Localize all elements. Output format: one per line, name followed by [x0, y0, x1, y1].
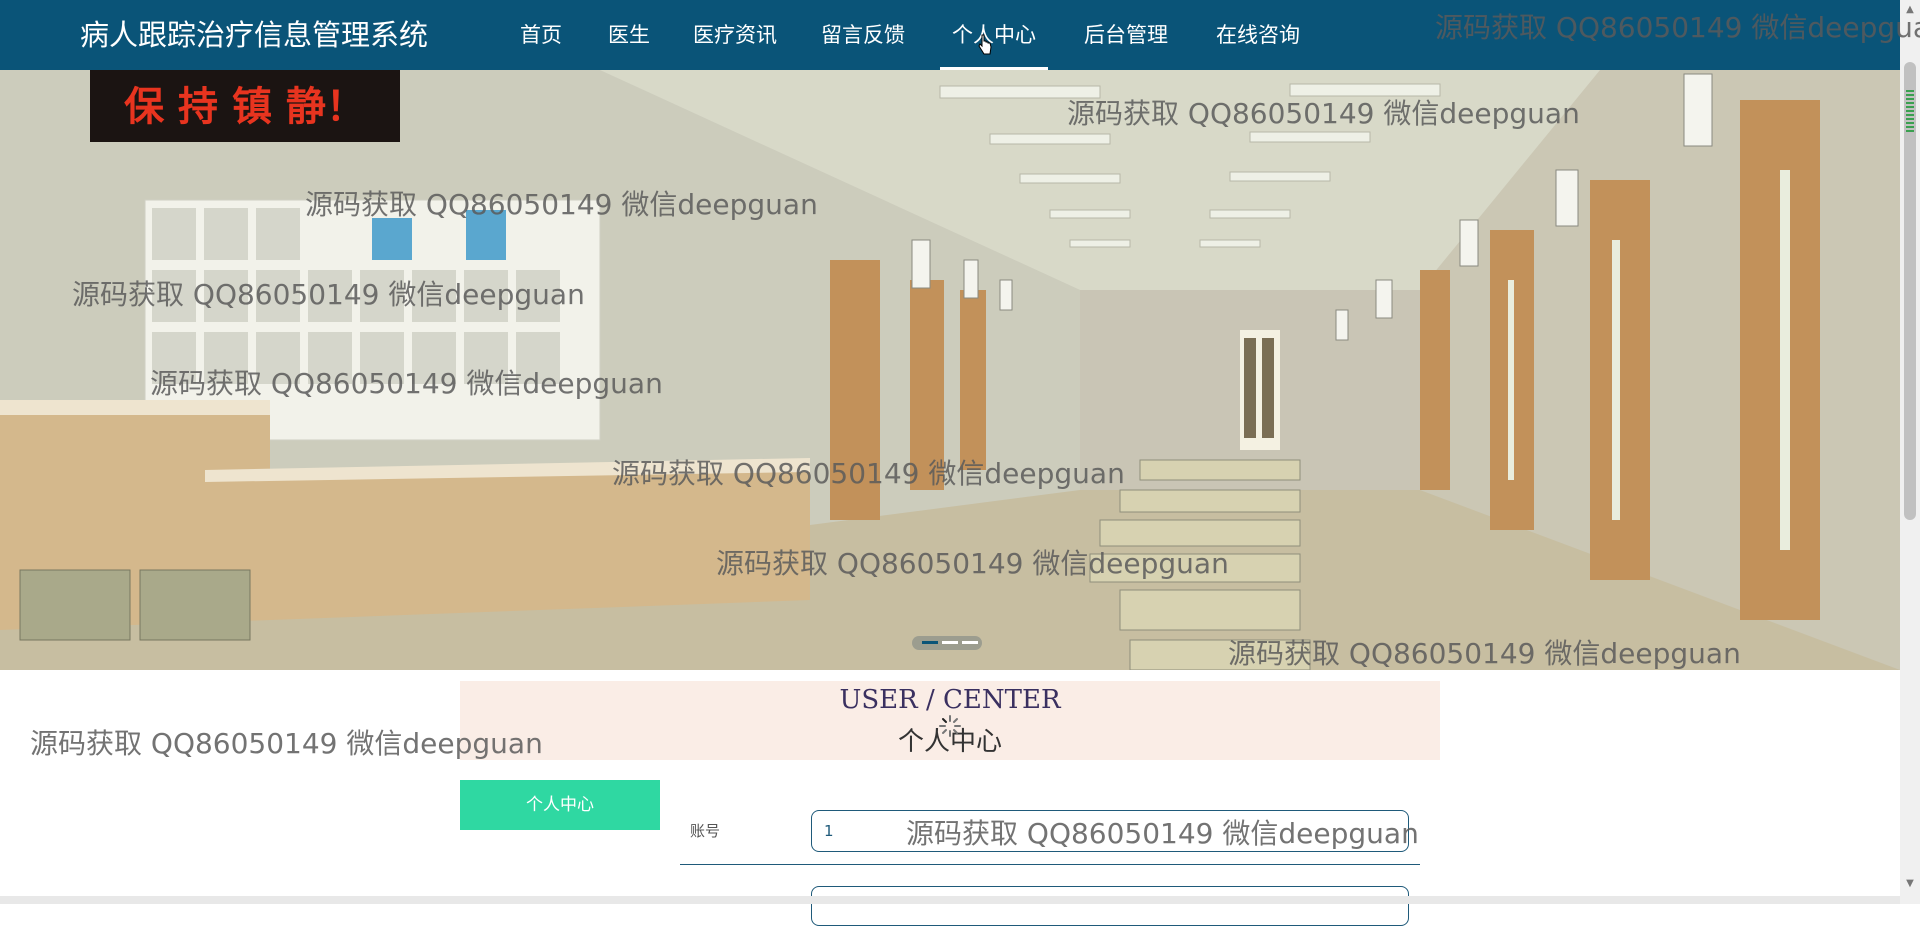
- nav-item-admin[interactable]: 后台管理: [1072, 0, 1180, 70]
- led-sign-text: 保 持 镇 静！: [124, 84, 366, 130]
- next-field-input[interactable]: [811, 886, 1409, 926]
- carousel-dot-3[interactable]: [962, 641, 978, 644]
- nav-item-home[interactable]: 首页: [510, 0, 572, 70]
- scroll-down-arrow-icon[interactable]: ▼: [1904, 878, 1916, 890]
- site-title[interactable]: 病人跟踪治疗信息管理系统: [80, 0, 428, 70]
- vertical-scrollbar[interactable]: ▲ ▼: [1900, 0, 1920, 904]
- carousel-dot-1[interactable]: [922, 641, 938, 644]
- side-menu-user-center[interactable]: 个人中心: [460, 780, 660, 830]
- carousel-dot-2[interactable]: [942, 641, 958, 644]
- nav-item-online-consult[interactable]: 在线咨询: [1204, 0, 1312, 70]
- nav-item-user-center[interactable]: 个人中心: [940, 0, 1048, 70]
- nav-item-feedback[interactable]: 留言反馈: [810, 0, 916, 70]
- account-label: 账号: [690, 822, 721, 840]
- loading-spinner-icon: [939, 715, 961, 737]
- scrollbar-grip-icon: [1906, 90, 1914, 132]
- top-nav-bar: 病人跟踪治疗信息管理系统 首页 医生 医疗资讯 留言反馈 个人中心 后台管理 在…: [0, 0, 1900, 70]
- scroll-up-arrow-icon[interactable]: ▲: [1904, 4, 1916, 16]
- hand-cursor-icon: [978, 34, 992, 55]
- section-title-en: USER / CENTER: [839, 685, 1061, 715]
- hospital-corridor-image: 保 持 镇 静！: [0, 70, 1900, 670]
- nav-item-medical-news[interactable]: 医疗资讯: [686, 0, 784, 70]
- hero-banner: 保 持 镇 静！: [0, 70, 1900, 670]
- form-divider: [680, 864, 1420, 865]
- nav-item-doctors[interactable]: 医生: [596, 0, 662, 70]
- account-input[interactable]: [811, 810, 1409, 852]
- horizontal-scrollbar[interactable]: [0, 896, 1900, 904]
- carousel-indicators: [912, 636, 982, 650]
